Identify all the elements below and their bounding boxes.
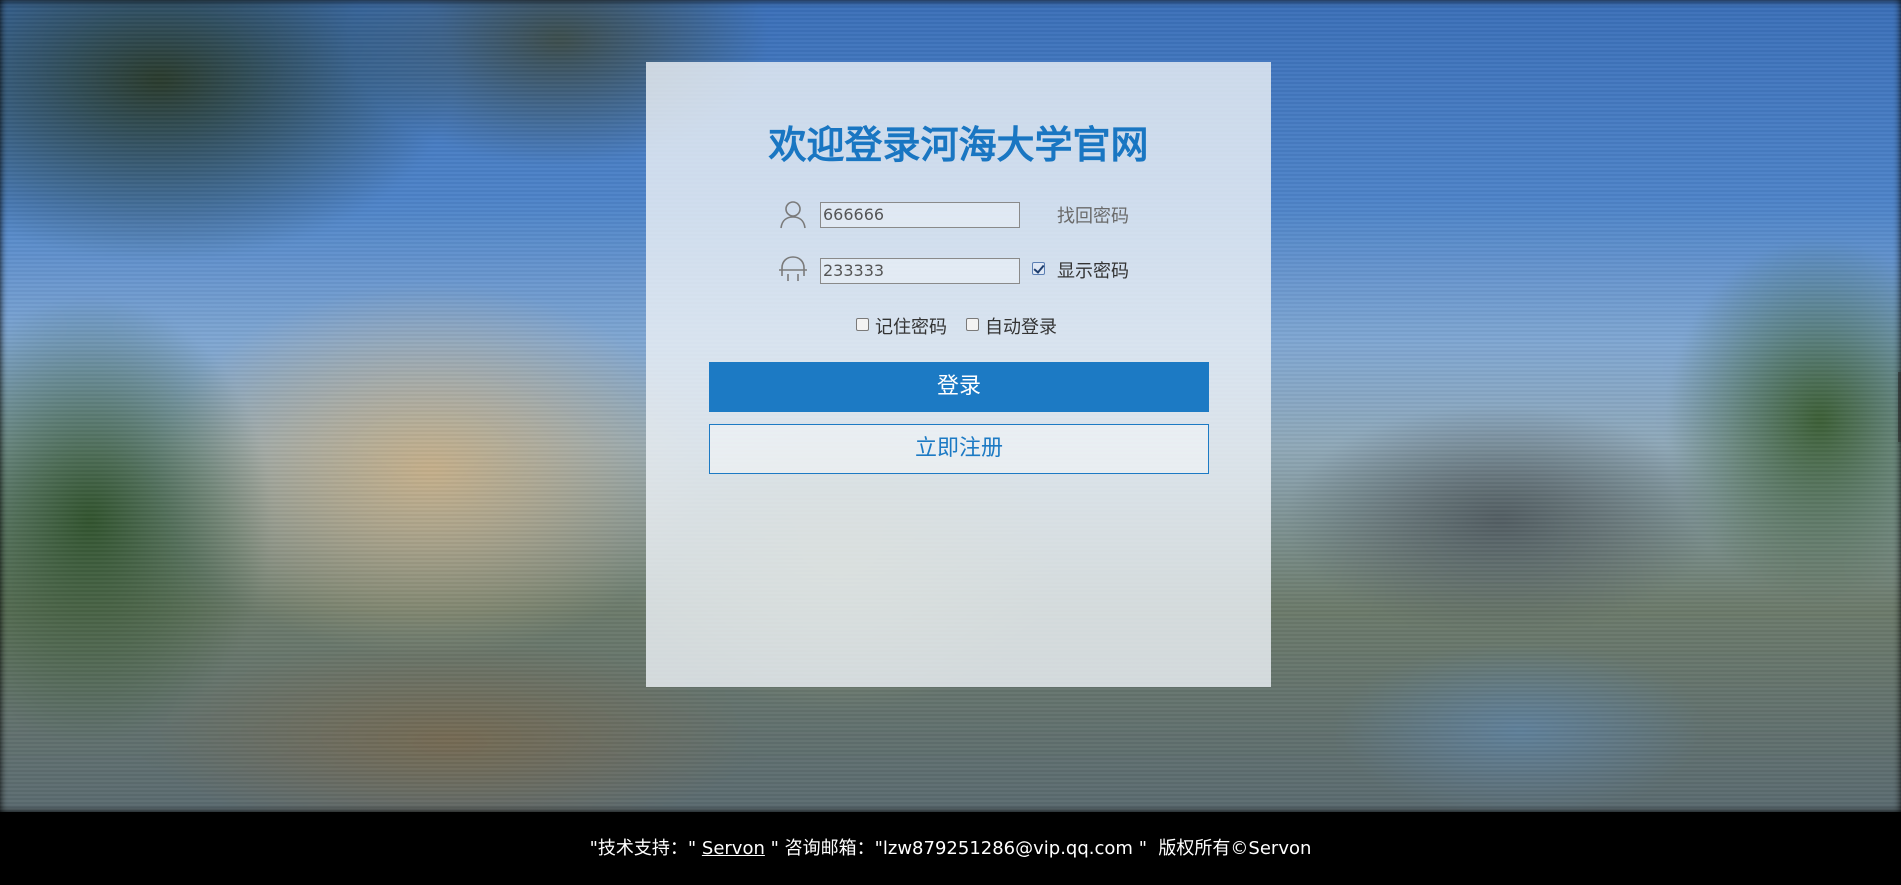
- copyright: 版权所有©Servon: [1158, 838, 1312, 859]
- email-suffix: ": [1138, 838, 1147, 859]
- tech-support-link[interactable]: Servon: [702, 838, 765, 859]
- login-panel: 欢迎登录河海大学官网 666666 找回密码 233333 显示密码 记住密码 …: [646, 62, 1271, 687]
- tech-support-label: "技术支持：": [589, 838, 697, 859]
- footer: "技术支持：" Servon " 咨询邮箱："lzw879251286@vip.…: [0, 812, 1901, 885]
- email-address: lzw879251286@vip.qq.com: [882, 838, 1133, 859]
- login-button[interactable]: 登录: [709, 362, 1209, 412]
- password-input[interactable]: 233333: [820, 258, 1020, 284]
- register-button[interactable]: 立即注册: [709, 424, 1209, 474]
- username-input[interactable]: 666666: [820, 202, 1020, 228]
- page-title: 欢迎登录河海大学官网: [768, 123, 1149, 167]
- lock-icon: [778, 254, 808, 286]
- user-icon: [778, 199, 808, 231]
- auto-login-checkbox[interactable]: [966, 318, 979, 331]
- email-label: " 咨询邮箱：": [770, 838, 883, 859]
- remember-password-checkbox[interactable]: [856, 318, 869, 331]
- forgot-password-link[interactable]: 找回密码: [1057, 202, 1129, 228]
- show-password-checkbox[interactable]: [1032, 262, 1045, 275]
- show-password-label: 显示密码: [1057, 261, 1129, 282]
- auto-login-label: 自动登录: [985, 317, 1057, 338]
- remember-password-label: 记住密码: [875, 317, 947, 338]
